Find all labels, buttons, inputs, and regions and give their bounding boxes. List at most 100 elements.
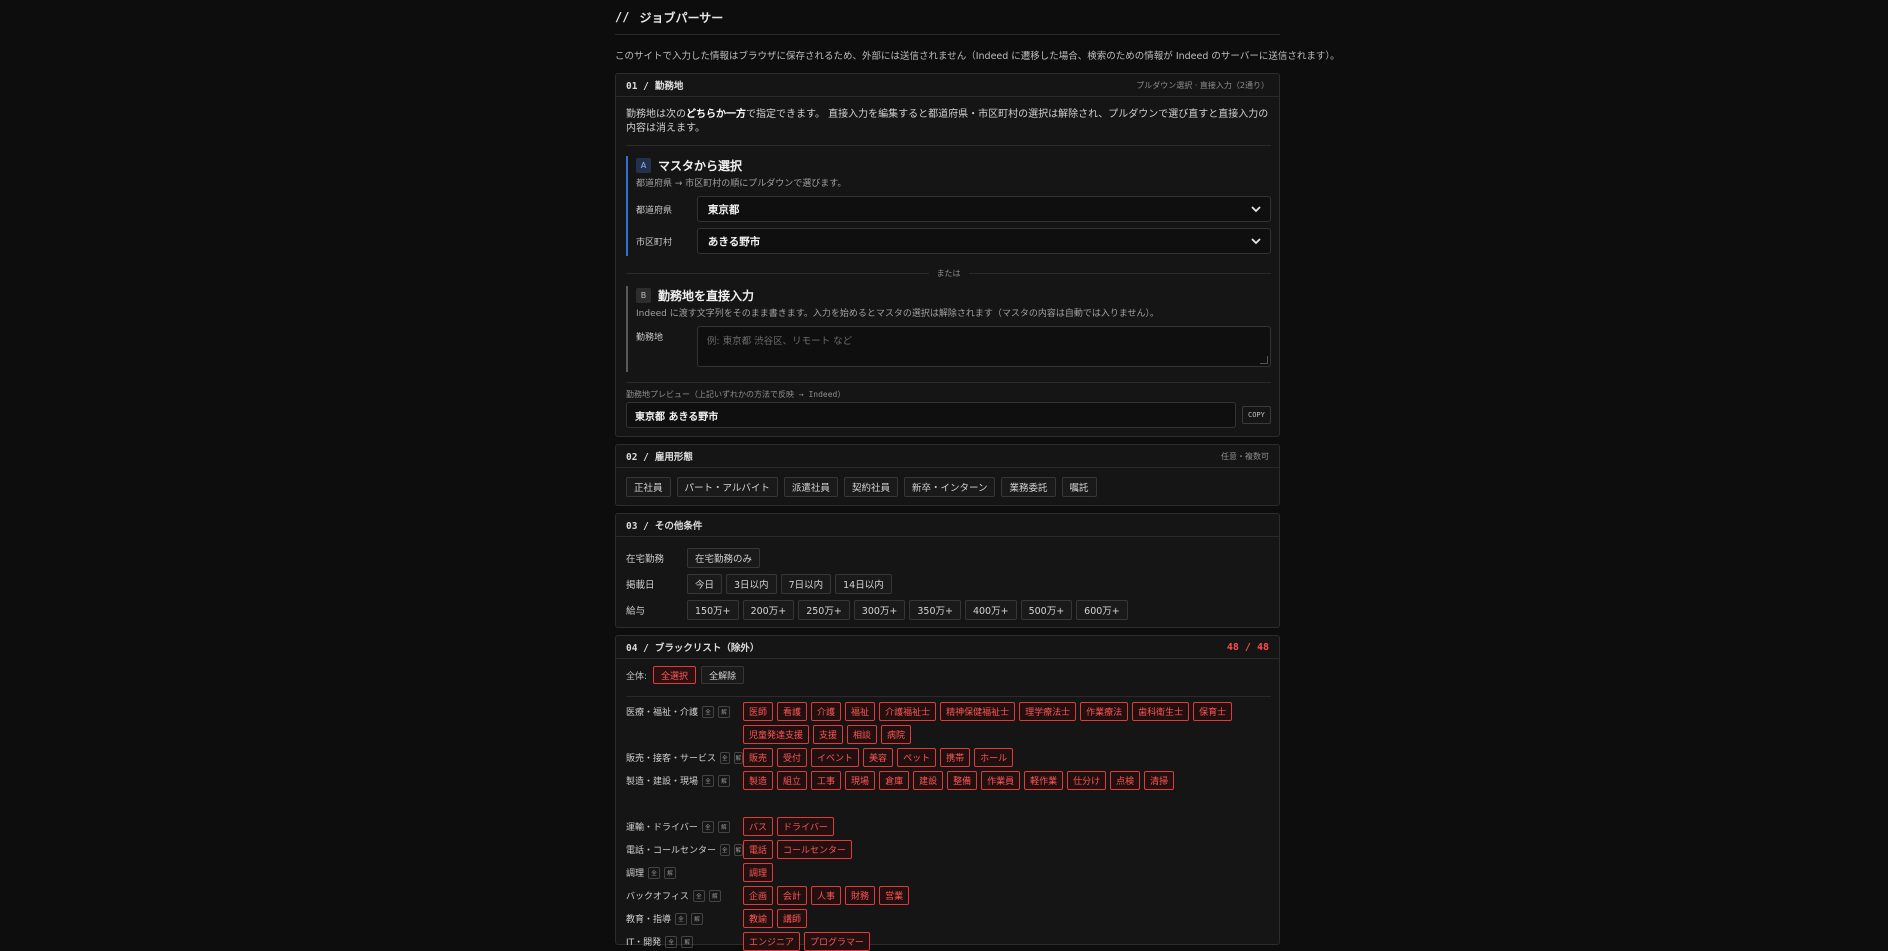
blacklist-tag[interactable]: 倉庫 bbox=[879, 771, 910, 790]
salary-option-chip[interactable]: 350万+ bbox=[909, 600, 961, 620]
category-select-all-button[interactable]: 全 bbox=[720, 843, 730, 856]
blacklist-tag[interactable]: 理学療法士 bbox=[1019, 702, 1077, 721]
blacklist-tag[interactable]: 支援 bbox=[813, 725, 844, 744]
blacklist-tag[interactable]: 講師 bbox=[777, 909, 808, 928]
remote-options: 在宅勤務のみ bbox=[687, 548, 761, 568]
blacklist-tag[interactable]: 介護福祉士 bbox=[879, 702, 937, 721]
blacklist-tag[interactable]: 病院 bbox=[881, 725, 912, 744]
category-clear-button[interactable]: 解 bbox=[718, 705, 731, 718]
blacklist-tag[interactable]: 作業員 bbox=[981, 771, 1021, 790]
remote-option-chip[interactable]: 在宅勤務のみ bbox=[687, 548, 761, 568]
blacklist-tag[interactable]: 相談 bbox=[847, 725, 878, 744]
employment-option-chip[interactable]: パート・アルバイト bbox=[676, 477, 778, 497]
blacklist-tag[interactable]: 児童発達支援 bbox=[743, 725, 810, 744]
employment-option-chip[interactable]: 新卒・インターン bbox=[903, 477, 996, 497]
category-select-all-button[interactable]: 全 bbox=[675, 912, 688, 925]
salary-option-chip[interactable]: 600万+ bbox=[1076, 600, 1128, 620]
blacklist-tag[interactable]: バス bbox=[743, 817, 774, 836]
blacklist-tag[interactable]: 受付 bbox=[777, 748, 808, 767]
posted-option-chip[interactable]: 7日以内 bbox=[780, 574, 832, 594]
category-clear-button[interactable]: 解 bbox=[664, 866, 677, 879]
prefecture-select[interactable]: 東京都 bbox=[696, 196, 1271, 222]
copy-button[interactable]: COPY bbox=[1242, 406, 1271, 424]
category-select-all-button[interactable]: 全 bbox=[665, 935, 678, 948]
salary-option-chip[interactable]: 150万+ bbox=[687, 600, 739, 620]
section-title: 雇用形態 bbox=[654, 452, 693, 463]
employment-option-chip[interactable]: 派遣社員 bbox=[783, 477, 838, 497]
employment-option-chip[interactable]: 正社員 bbox=[626, 477, 671, 497]
blacklist-tag[interactable]: ペット bbox=[897, 748, 937, 767]
employment-option-chip[interactable]: 契約社員 bbox=[843, 477, 898, 497]
blacklist-tag[interactable]: 建設 bbox=[913, 771, 944, 790]
app-title: ジョブパーサー bbox=[639, 10, 724, 25]
blacklist-tag[interactable]: 会計 bbox=[777, 886, 808, 905]
category-label: 医療・福祉・介護 bbox=[626, 708, 699, 718]
category-select-all-button[interactable]: 全 bbox=[702, 705, 715, 718]
category-clear-button[interactable]: 解 bbox=[718, 774, 731, 787]
posted-option-chip[interactable]: 14日以内 bbox=[835, 574, 892, 594]
category-select-all-button[interactable]: 全 bbox=[720, 751, 730, 764]
blacklist-tag[interactable]: 企画 bbox=[743, 886, 774, 905]
blacklist-tag[interactable]: 財務 bbox=[845, 886, 876, 905]
category-clear-button[interactable]: 解 bbox=[708, 889, 721, 902]
salary-option-chip[interactable]: 500万+ bbox=[1020, 600, 1073, 620]
blacklist-tag[interactable]: 携帯 bbox=[940, 748, 971, 767]
blacklist-tag[interactable]: ドライバー bbox=[777, 817, 834, 836]
blacklist-tag[interactable]: 精神保健福祉士 bbox=[940, 702, 1016, 721]
salary-option-chip[interactable]: 400万+ bbox=[964, 600, 1017, 620]
location-textarea[interactable]: 例: 東京都 渋谷区、リモート など bbox=[696, 326, 1271, 367]
blacklist-category-row: 製造・建設・現場全解製造 組立 工事 現場 倉庫 建設 整備 作業員 軽作業 仕分け 点検 清掃 bbox=[626, 771, 1273, 790]
salary-option-chip[interactable]: 300万+ bbox=[853, 600, 906, 620]
blacklist-tag[interactable]: 電話 bbox=[743, 840, 774, 859]
blacklist-tag[interactable]: 福祉 bbox=[845, 702, 876, 721]
blacklist-tag[interactable]: 介護 bbox=[811, 702, 842, 721]
blacklist-tag[interactable]: 調理 bbox=[743, 863, 774, 882]
blacklist-tag[interactable]: 組立 bbox=[777, 771, 808, 790]
blacklist-tag[interactable]: 軽作業 bbox=[1024, 771, 1064, 790]
blacklist-tag[interactable]: 保育士 bbox=[1193, 702, 1233, 721]
category-clear-button[interactable]: 解 bbox=[733, 751, 743, 764]
blacklist-tag[interactable]: コールセンター bbox=[777, 840, 853, 859]
select-all-button[interactable]: 全選択 bbox=[653, 666, 697, 684]
city-select[interactable]: あきる野市 bbox=[696, 228, 1271, 254]
blacklist-tag[interactable]: 仕分け bbox=[1067, 771, 1107, 790]
blacklist-tag[interactable]: 人事 bbox=[811, 886, 842, 905]
salary-option-chip[interactable]: 250万+ bbox=[798, 600, 850, 620]
blacklist-tag[interactable]: 看護 bbox=[777, 702, 808, 721]
blacklist-tag[interactable]: ホール bbox=[974, 748, 1014, 767]
category-clear-button[interactable]: 解 bbox=[681, 935, 694, 948]
blacklist-tag[interactable]: イベント bbox=[811, 748, 860, 767]
blacklist-tag[interactable]: 歯科衛生士 bbox=[1132, 702, 1190, 721]
category-select-all-button[interactable]: 全 bbox=[648, 866, 661, 879]
blacklist-tag[interactable]: 現場 bbox=[845, 771, 876, 790]
blacklist-tag[interactable]: 美容 bbox=[863, 748, 894, 767]
category-select-all-button[interactable]: 全 bbox=[701, 820, 714, 833]
blacklist-tag[interactable]: 営業 bbox=[879, 886, 910, 905]
category-clear-button[interactable]: 解 bbox=[733, 843, 743, 856]
blacklist-tag[interactable]: 作業療法 bbox=[1080, 702, 1129, 721]
other-card-header: 03 /その他条件 bbox=[616, 514, 1279, 537]
blacklist-count: 48 / 48 bbox=[1226, 641, 1269, 653]
category-select-all-button[interactable]: 全 bbox=[702, 774, 715, 787]
posted-option-chip[interactable]: 今日 bbox=[687, 574, 723, 594]
blacklist-tag[interactable]: 工事 bbox=[811, 771, 842, 790]
category-select-all-button[interactable]: 全 bbox=[692, 889, 705, 902]
category-clear-button[interactable]: 解 bbox=[691, 912, 704, 925]
blacklist-tag[interactable]: 教諭 bbox=[743, 909, 774, 928]
blacklist-tag[interactable]: プログラマー bbox=[804, 932, 871, 951]
blacklist-tag[interactable]: エンジニア bbox=[743, 932, 801, 951]
blacklist-tag[interactable]: 製造 bbox=[743, 771, 774, 790]
resize-handle-icon[interactable] bbox=[1260, 356, 1268, 364]
employment-option-chip[interactable]: 嘱託 bbox=[1061, 477, 1097, 497]
salary-option-chip[interactable]: 200万+ bbox=[742, 600, 795, 620]
employment-card-header: 02 /雇用形態 任意・複数可 bbox=[616, 445, 1279, 468]
blacklist-tag[interactable]: 販売 bbox=[743, 748, 774, 767]
blacklist-tag[interactable]: 整備 bbox=[947, 771, 978, 790]
blacklist-tag[interactable]: 清掃 bbox=[1144, 771, 1175, 790]
clear-all-button[interactable]: 全解除 bbox=[701, 666, 745, 684]
employment-option-chip[interactable]: 業務委託 bbox=[1001, 477, 1056, 497]
category-clear-button[interactable]: 解 bbox=[717, 820, 730, 833]
blacklist-tag[interactable]: 点検 bbox=[1110, 771, 1141, 790]
posted-option-chip[interactable]: 3日以内 bbox=[726, 574, 777, 594]
blacklist-tag[interactable]: 医師 bbox=[743, 702, 774, 721]
